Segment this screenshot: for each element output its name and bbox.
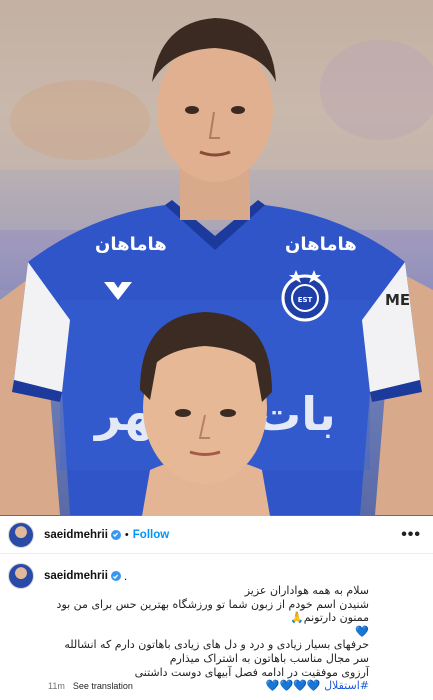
player-and-child-illustration: هاماهان هاماهان EST ME باشهر بات: [0, 0, 433, 516]
sponsor-left-text: هاماهان: [95, 234, 167, 255]
post-time: 11m: [48, 681, 65, 691]
post-username[interactable]: saeidmehrii: [44, 529, 108, 541]
instagram-post-screen: هاماهان هاماهان EST ME باشهر بات: [0, 0, 433, 700]
caption-line: شنیدن اسم خودم از زبون شما تو ورزشگاه به…: [56, 597, 369, 611]
post-meta: 11m See translation: [48, 681, 133, 691]
verified-badge-icon: [110, 529, 121, 540]
svg-text:EST: EST: [298, 296, 313, 304]
caption-line: آرزوی موفقیت در ادامه فصل آبیهای دوست دا…: [134, 665, 369, 679]
caption: saeidmehrii . سلام به همه هواداران عزیز …: [0, 562, 433, 693]
see-translation-link[interactable]: See translation: [73, 681, 133, 691]
caption-text: سلام به همه هواداران عزیز شنیدن اسم خودم…: [0, 584, 433, 693]
caption-username[interactable]: saeidmehrii: [44, 570, 108, 582]
post-photo[interactable]: هاماهان هاماهان EST ME باشهر بات: [0, 0, 433, 516]
caption-line: سر مجال مناسب باهاتون به اشتراک میذارم: [169, 651, 369, 665]
caption-line: 💙: [355, 624, 369, 638]
follow-button[interactable]: Follow: [133, 529, 169, 541]
sponsor-right-text: هاماهان: [285, 234, 357, 255]
sleeve-sponsor-text: ME: [385, 291, 410, 309]
more-options-icon[interactable]: •••: [401, 526, 421, 542]
separator-dot: •: [124, 528, 129, 541]
caption-line: سلام به همه هواداران عزیز: [244, 584, 369, 597]
caption-line: ممنون دارتونم🙏: [290, 611, 369, 625]
post-header: saeidmehrii • Follow •••: [0, 516, 433, 554]
caption-line: حرفهای بسیار زیادی و درد و دل های زیادی …: [64, 638, 369, 652]
caption-trailing-dot: .: [123, 569, 128, 583]
caption-avatar[interactable]: [8, 563, 34, 589]
caption-verified-badge-icon: [110, 571, 121, 581]
avatar[interactable]: [8, 521, 34, 548]
